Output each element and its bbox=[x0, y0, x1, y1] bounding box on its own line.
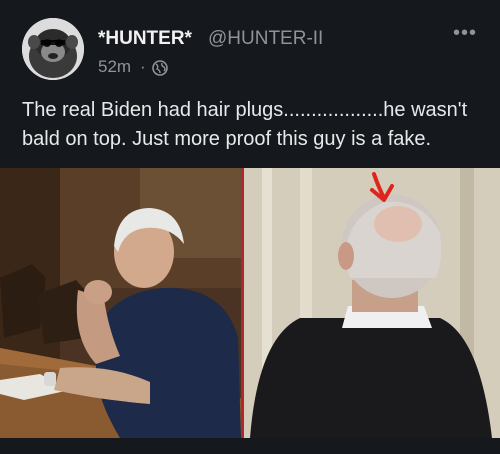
bottom-spacer bbox=[0, 438, 500, 454]
avatar[interactable] bbox=[22, 18, 84, 80]
post-text: The real Biden had hair plugs...........… bbox=[22, 99, 468, 150]
monkey-avatar-icon bbox=[22, 18, 84, 80]
post-card[interactable]: *HUNTER* @HUNTER-II 52m · ••• The real B… bbox=[0, 0, 500, 454]
man-back-of-head-photo bbox=[244, 168, 500, 438]
globe-icon bbox=[152, 60, 168, 76]
post-media[interactable] bbox=[0, 168, 500, 438]
more-options-button[interactable]: ••• bbox=[450, 23, 480, 48]
post-timestamp[interactable]: 52m bbox=[98, 57, 131, 77]
separator-dot: · bbox=[140, 57, 146, 76]
user-handle[interactable]: @HUNTER-II bbox=[208, 28, 323, 50]
display-name[interactable]: *HUNTER* bbox=[98, 28, 192, 50]
man-at-desk-photo bbox=[0, 168, 241, 438]
